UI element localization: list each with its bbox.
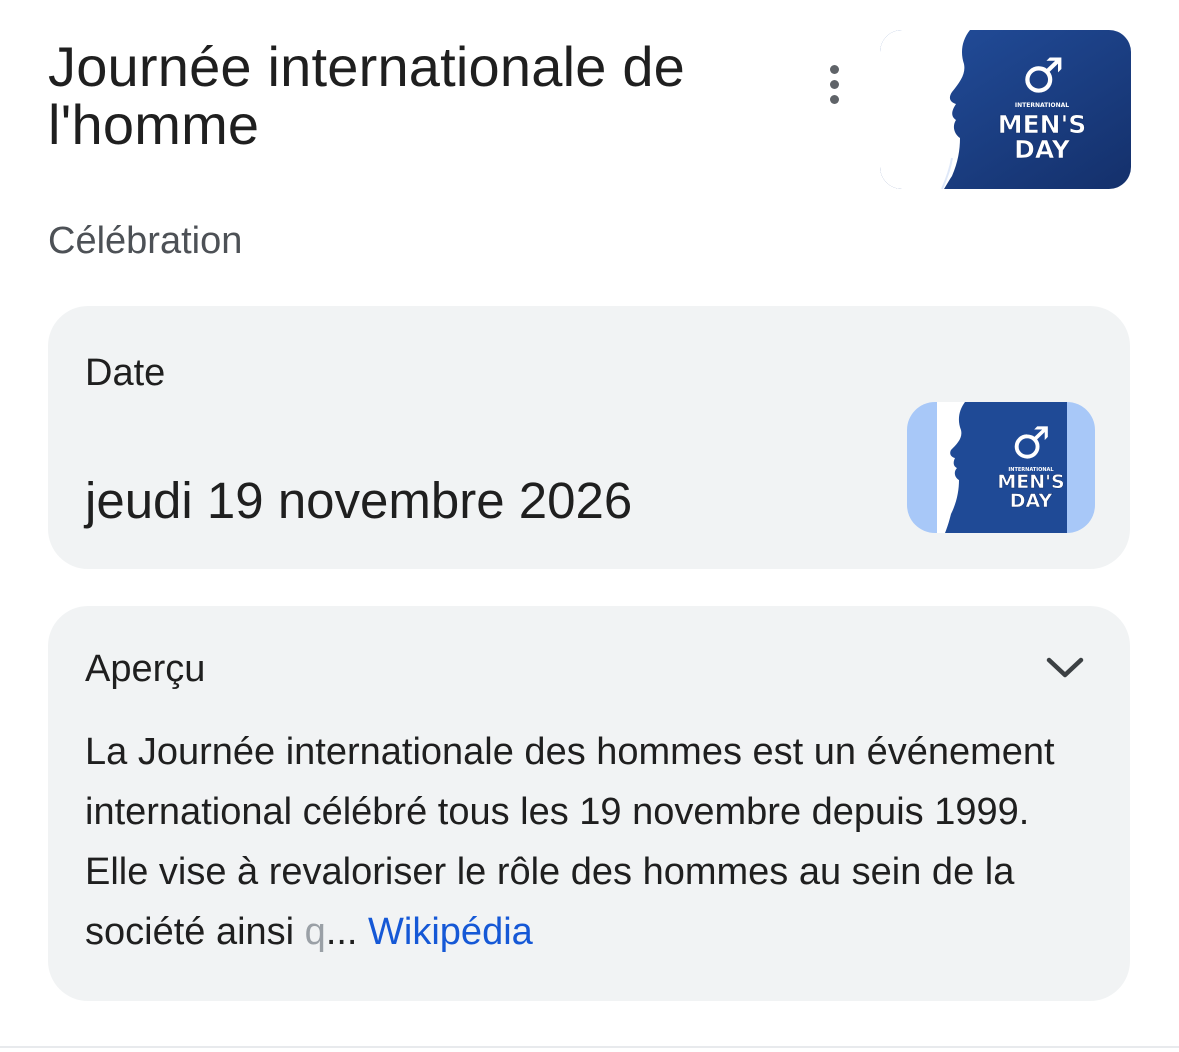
overview-text: La Journée internationale des hommes est…	[85, 731, 1055, 953]
wikipedia-link[interactable]: Wikipédia	[368, 911, 533, 953]
date-card: Date jeudi 19 novembre 2026 ♂ INTERNATIO…	[48, 306, 1130, 569]
overview-description: La Journée internationale des hommes est…	[85, 722, 1100, 962]
overview-faded-char: q	[304, 911, 326, 953]
date-label: Date	[85, 352, 166, 394]
overview-label: Aperçu	[85, 648, 206, 690]
overview-card[interactable]: Aperçu La Journée internationale des hom…	[48, 606, 1130, 1001]
dot	[829, 79, 839, 89]
thumb-line-3: DAY	[1010, 490, 1053, 512]
male-symbol: ♂	[1021, 48, 1064, 104]
overview-ellipsis: ...	[325, 911, 369, 953]
hero-line-1: INTERNATIONAL	[1015, 102, 1069, 109]
thumb-male-symbol: ♂	[1011, 418, 1050, 469]
divider	[0, 1046, 1179, 1048]
date-value: jeudi 19 novembre 2026	[85, 472, 633, 529]
date-thumbnail[interactable]: ♂ INTERNATIONAL MEN'S DAY	[907, 402, 1095, 533]
mens-day-thumbnail: ♂ INTERNATIONAL MEN'S DAY	[907, 402, 1095, 533]
hero-line-3: DAY	[1014, 135, 1071, 164]
mens-day-image[interactable]: ♂ INTERNATIONAL MEN'S DAY	[880, 30, 1131, 189]
dot	[829, 94, 839, 104]
mens-day-illustration: ♂ INTERNATIONAL MEN'S DAY	[880, 30, 1131, 189]
entity-type: Célébration	[48, 220, 243, 262]
chevron-down-icon[interactable]	[1038, 644, 1092, 692]
dot	[829, 64, 839, 74]
more-vert-icon[interactable]	[812, 60, 856, 108]
page-title: Journée internationale de l'homme	[48, 35, 686, 156]
